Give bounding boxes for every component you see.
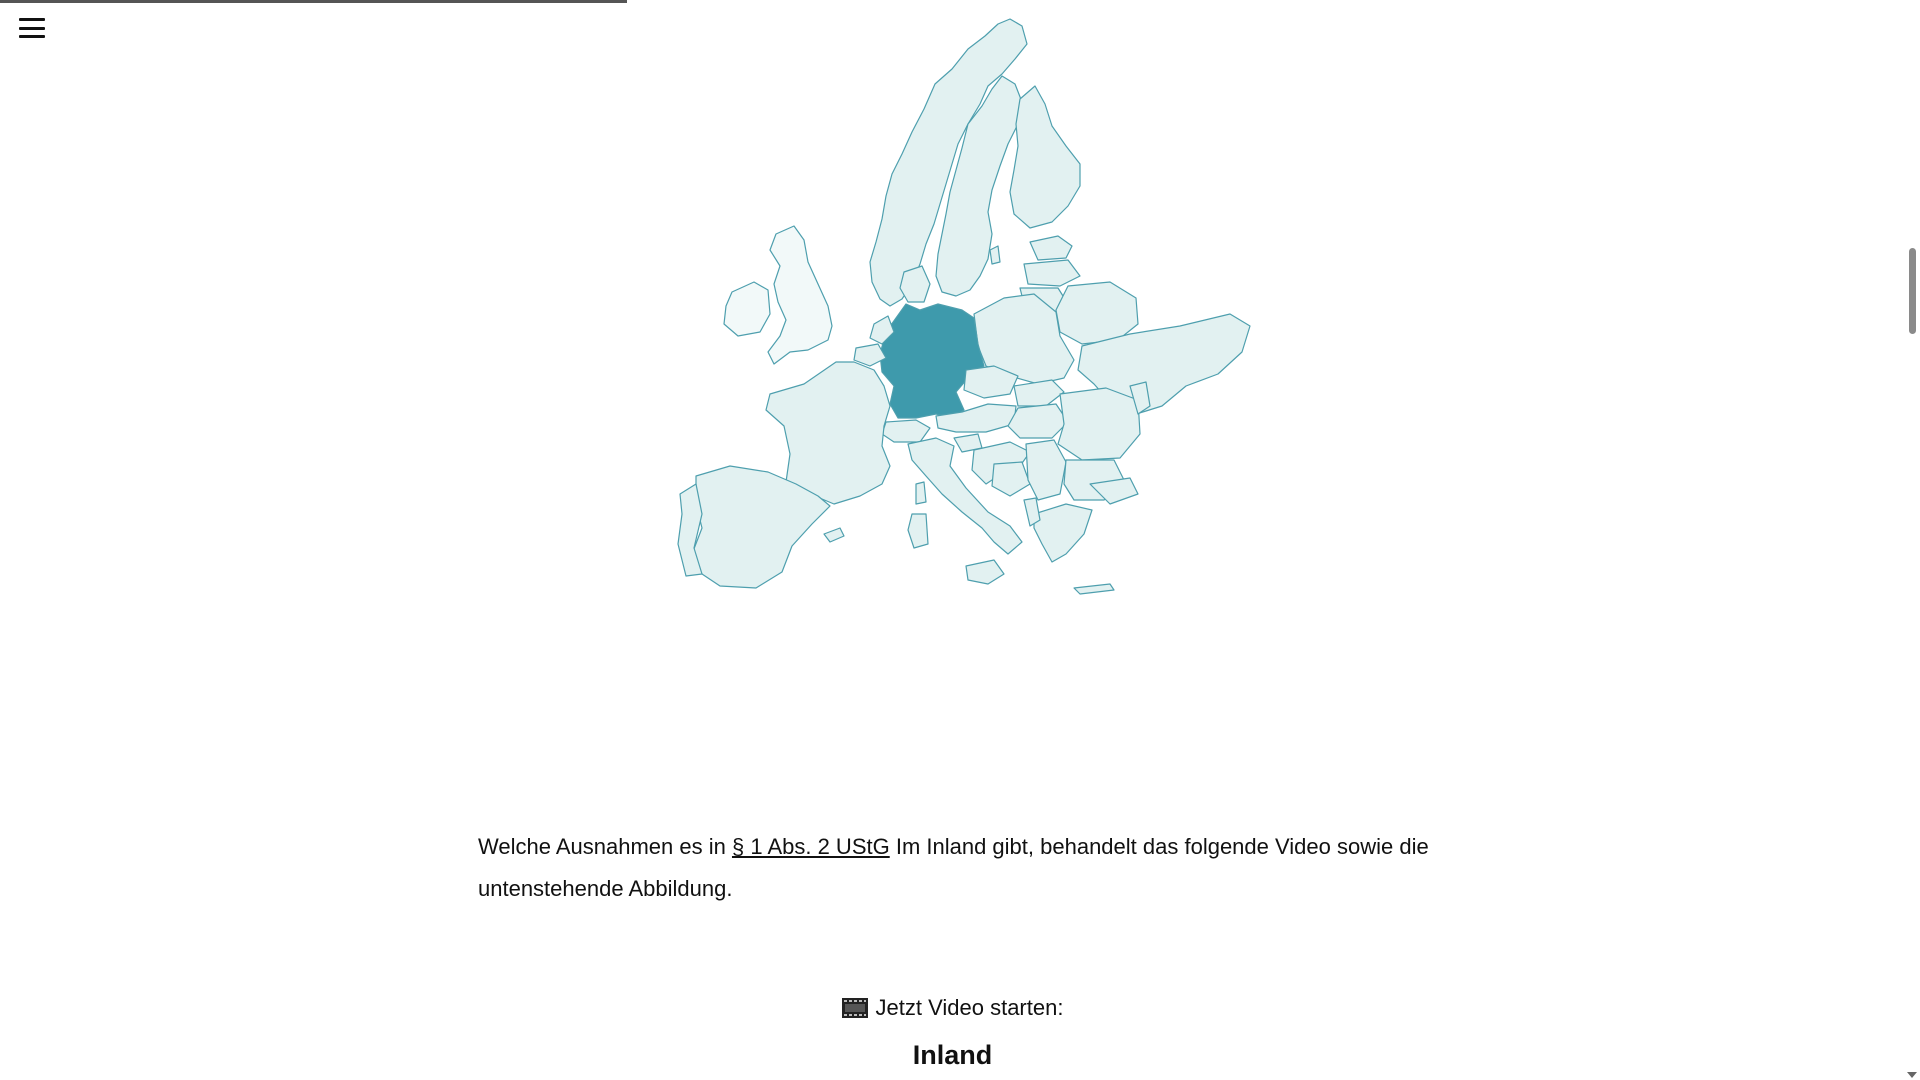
- scrollbar-thumb[interactable]: [1909, 248, 1916, 334]
- law-reference-link[interactable]: § 1 Abs. 2 UStG: [732, 834, 890, 859]
- map-country-sardinia: [907, 513, 929, 549]
- map-country-romania: [1057, 387, 1141, 461]
- video-cta-text: Jetzt Video starten:: [875, 995, 1064, 1020]
- map-country-balearics: [823, 527, 845, 543]
- map-country-latvia: [1023, 259, 1081, 287]
- map-country-slovakia: [1013, 379, 1065, 407]
- map-country-gotland: [989, 245, 1001, 265]
- map-country-hungary: [1007, 403, 1069, 439]
- reading-progress-fill: [0, 0, 627, 3]
- map-country-bosnia: [991, 461, 1031, 497]
- map-country-portugal: [677, 483, 703, 577]
- scroll-down-arrow-icon[interactable]: [1907, 1072, 1917, 1078]
- map-country-corsica: [915, 481, 927, 505]
- map-country-serbia: [1025, 439, 1067, 501]
- map-country-estonia: [1029, 235, 1073, 261]
- map-country-denmark: [899, 265, 931, 303]
- europe-map: [590, 14, 1290, 714]
- map-country-crete: [1073, 583, 1115, 595]
- intro-paragraph: Welche Ausnahmen es in § 1 Abs. 2 UStG I…: [478, 826, 1438, 910]
- section-heading: Inland: [912, 1040, 993, 1070]
- page-scrollbar[interactable]: [1904, 0, 1920, 1080]
- reading-progress-bar: [0, 0, 1900, 3]
- film-frames-icon: [841, 998, 868, 1018]
- map-country-albania: [1023, 497, 1041, 527]
- paragraph-text-start: Welche Ausnahmen es in: [478, 834, 732, 859]
- map-country-great-britain: [767, 225, 833, 365]
- map-country-switzerland: [881, 419, 931, 443]
- hamburger-menu-button[interactable]: [14, 14, 50, 42]
- map-country-greece: [1033, 503, 1093, 563]
- map-country-germany: [879, 303, 985, 419]
- map-country-finland: [1009, 85, 1081, 229]
- map-country-ireland: [723, 281, 771, 337]
- menu-line: [19, 26, 45, 30]
- map-country-sicily: [965, 559, 1005, 585]
- europe-map-svg: [677, 18, 1251, 595]
- video-start-prompt: Jetzt Video starten:: [0, 995, 1905, 1021]
- menu-line: [19, 35, 45, 38]
- menu-line: [19, 18, 45, 21]
